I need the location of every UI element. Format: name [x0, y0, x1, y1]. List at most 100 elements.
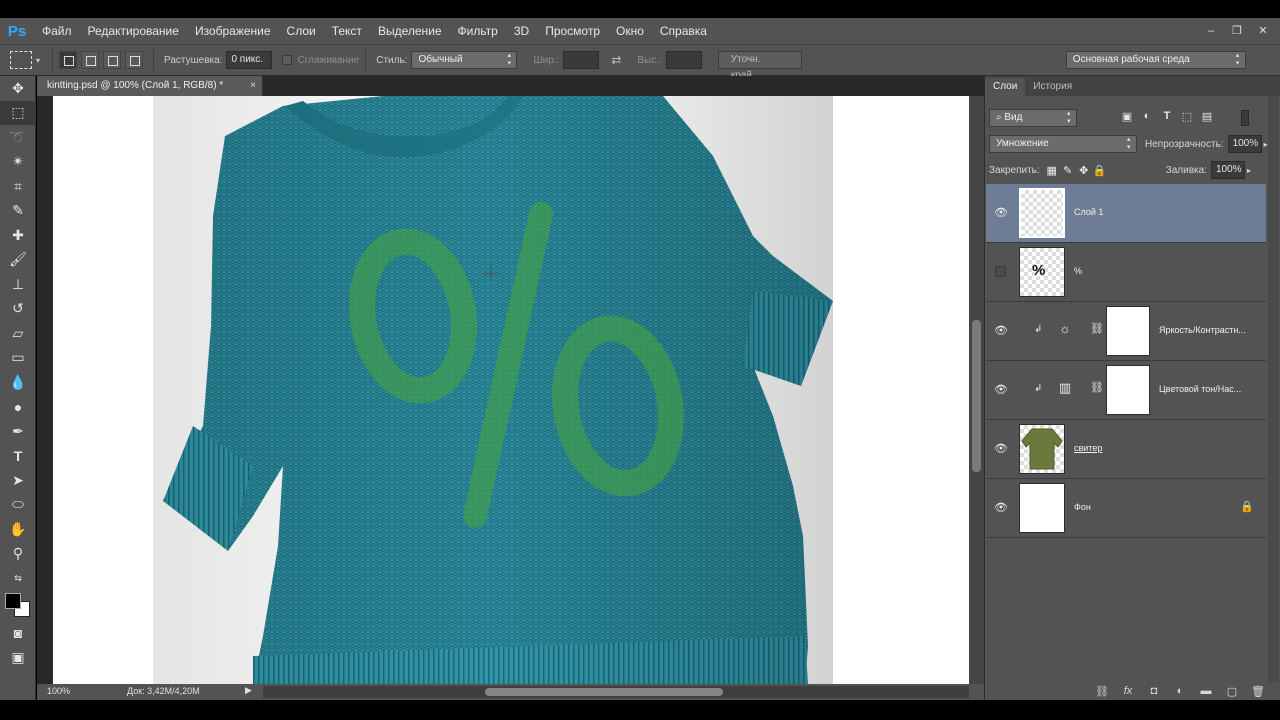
marquee-tool-icon[interactable]: ⬚	[0, 100, 36, 125]
new-layer-icon[interactable]: ▢	[1225, 685, 1239, 698]
vertical-scrollbar-thumb[interactable]	[972, 320, 981, 472]
type-tool-icon[interactable]: T	[0, 444, 36, 469]
zoom-tool-icon[interactable]: ⚲	[0, 542, 36, 567]
dodge-tool-icon[interactable]: ●	[0, 395, 36, 420]
new-adjustment-layer-icon[interactable]: ◐	[1173, 685, 1187, 697]
document-tab[interactable]: kintting.psd @ 100% (Слой 1, RGB/8) * ×	[37, 76, 263, 96]
menu-3d[interactable]: 3D	[506, 18, 537, 44]
layer-name[interactable]: Яркость/Контрастн...	[1159, 325, 1246, 335]
layer-row[interactable]: 👁 Фон 🔒	[986, 479, 1266, 538]
clone-stamp-tool-icon[interactable]: ⊥	[0, 272, 36, 297]
visibility-eye-icon[interactable]: 👁	[994, 324, 1008, 338]
visibility-eye-icon[interactable]: 👁	[994, 383, 1008, 397]
visibility-eye-icon[interactable]: 👁	[994, 442, 1008, 456]
lock-transparent-icon[interactable]: ▦	[1044, 164, 1060, 177]
menu-file[interactable]: Файл	[34, 18, 80, 44]
history-brush-tool-icon[interactable]: ↺	[0, 297, 36, 322]
canvas[interactable]	[53, 96, 969, 684]
layer-name[interactable]: свитер	[1074, 443, 1102, 453]
close-tab-icon[interactable]: ×	[250, 76, 256, 96]
layer-name[interactable]: Фон	[1074, 502, 1091, 512]
restore-button[interactable]: ❐	[1230, 25, 1244, 37]
layer-row[interactable]: 👁 свитер	[986, 420, 1266, 479]
layer-row[interactable]: 👁 ↲ ☼ ⛓ Яркость/Контрастн...	[986, 302, 1266, 361]
menu-help[interactable]: Справка	[652, 18, 715, 44]
link-chain-icon[interactable]: ⛓	[1090, 322, 1104, 335]
layer-row[interactable]: 👁 Слой 1	[986, 184, 1266, 243]
blend-mode-dropdown[interactable]: Умножение	[989, 135, 1137, 153]
refine-edge-button[interactable]: Уточн. край...	[717, 51, 802, 81]
horizontal-scrollbar-thumb[interactable]	[485, 688, 723, 696]
menu-select[interactable]: Выделение	[370, 18, 450, 44]
filter-pixel-icon[interactable]: ▣	[1117, 110, 1137, 126]
filter-shape-icon[interactable]: ⬚	[1177, 110, 1197, 126]
layer-row[interactable]: 👁 ↲ ▥ ⛓ Цветовой тон/Нас...	[986, 361, 1266, 420]
brush-tool-icon[interactable]: 🖌	[0, 248, 36, 273]
layer-name[interactable]: Цветовой тон/Нас...	[1159, 384, 1241, 394]
visibility-eye-icon[interactable]: 👁	[994, 206, 1008, 220]
crop-tool-icon[interactable]: ⌗	[0, 174, 36, 199]
menu-layers[interactable]: Слои	[279, 18, 324, 44]
fill-input[interactable]: 100%	[1210, 161, 1245, 179]
lock-all-icon[interactable]: 🔒	[1092, 164, 1108, 177]
filter-type-icon[interactable]: T	[1157, 110, 1177, 126]
marquee-tool-preset-icon[interactable]	[10, 51, 32, 69]
height-input[interactable]	[665, 51, 702, 69]
eraser-tool-icon[interactable]: ▱	[0, 321, 36, 346]
menu-window[interactable]: Окно	[608, 18, 652, 44]
style-dropdown[interactable]: Обычный	[411, 51, 518, 69]
quick-mask-icon[interactable]: ◙	[0, 621, 36, 646]
path-selection-tool-icon[interactable]: ➤	[0, 468, 36, 493]
ellipse-tool-icon[interactable]: ⬭	[0, 493, 36, 518]
screen-mode-icon[interactable]: ▣	[0, 645, 36, 670]
subtract-selection-button[interactable]	[103, 51, 122, 69]
new-selection-button[interactable]	[59, 51, 78, 69]
fill-dropdown-icon[interactable]: ▸	[1247, 166, 1251, 175]
status-menu-arrow-icon[interactable]: ▶	[245, 685, 252, 696]
feather-input[interactable]: 0 пикс.	[226, 51, 273, 69]
opacity-dropdown-icon[interactable]: ▸	[1264, 140, 1268, 149]
pen-tool-icon[interactable]: ✒	[0, 419, 36, 444]
preset-dropdown-icon[interactable]: ▾	[36, 56, 40, 65]
hand-tool-icon[interactable]: ✋	[0, 517, 36, 542]
width-input[interactable]	[563, 51, 600, 69]
layer-name[interactable]: Слой 1	[1074, 207, 1103, 217]
blur-tool-icon[interactable]: 💧	[0, 370, 36, 395]
vertical-scrollbar[interactable]	[969, 96, 984, 684]
close-button[interactable]: ✕	[1256, 25, 1270, 37]
menu-image[interactable]: Изображение	[187, 18, 279, 44]
horizontal-scrollbar[interactable]	[263, 686, 969, 698]
visibility-toggle-off[interactable]	[995, 266, 1006, 277]
intersect-selection-button[interactable]	[125, 51, 144, 69]
zoom-level[interactable]: 100%	[47, 686, 70, 696]
layer-row[interactable]: % %	[986, 243, 1266, 302]
swap-colors-icon[interactable]: ⇆	[0, 566, 36, 591]
minimize-button[interactable]: –	[1204, 25, 1218, 37]
eyedropper-tool-icon[interactable]: ✎	[0, 199, 36, 224]
lock-image-icon[interactable]: ✎	[1060, 164, 1076, 177]
panel-scrollbar[interactable]	[1268, 96, 1279, 682]
add-mask-icon[interactable]: ◘	[1147, 685, 1161, 697]
add-selection-button[interactable]	[81, 51, 100, 69]
healing-brush-tool-icon[interactable]: ✚	[0, 223, 36, 248]
gradient-tool-icon[interactable]: ▭	[0, 346, 36, 371]
antialias-checkbox[interactable]	[282, 55, 293, 65]
link-layers-icon[interactable]: ⛓	[1095, 685, 1109, 698]
tab-layers[interactable]: Слои	[985, 78, 1026, 96]
new-group-icon[interactable]: ▬	[1199, 685, 1213, 697]
opacity-input[interactable]: 100%	[1227, 135, 1262, 153]
magic-wand-tool-icon[interactable]: ✴	[0, 150, 36, 175]
tab-history[interactable]: История	[1025, 78, 1080, 96]
delete-layer-icon[interactable]: 🗑	[1251, 685, 1265, 698]
filter-smart-object-icon[interactable]: ▤	[1197, 110, 1217, 126]
filter-adjustment-icon[interactable]: ◐	[1137, 110, 1157, 126]
layer-style-icon[interactable]: fx	[1121, 685, 1135, 697]
lock-position-icon[interactable]: ✥	[1076, 164, 1092, 177]
menu-filter[interactable]: Фильтр	[450, 18, 506, 44]
foreground-color-swatch[interactable]	[5, 592, 21, 609]
visibility-eye-icon[interactable]: 👁	[994, 501, 1008, 515]
swap-dimensions-icon[interactable]: ⇄	[611, 53, 621, 67]
layer-name[interactable]: %	[1074, 266, 1082, 276]
filter-toggle-icon[interactable]	[1241, 110, 1249, 126]
move-tool-icon[interactable]: ✥	[0, 76, 36, 101]
